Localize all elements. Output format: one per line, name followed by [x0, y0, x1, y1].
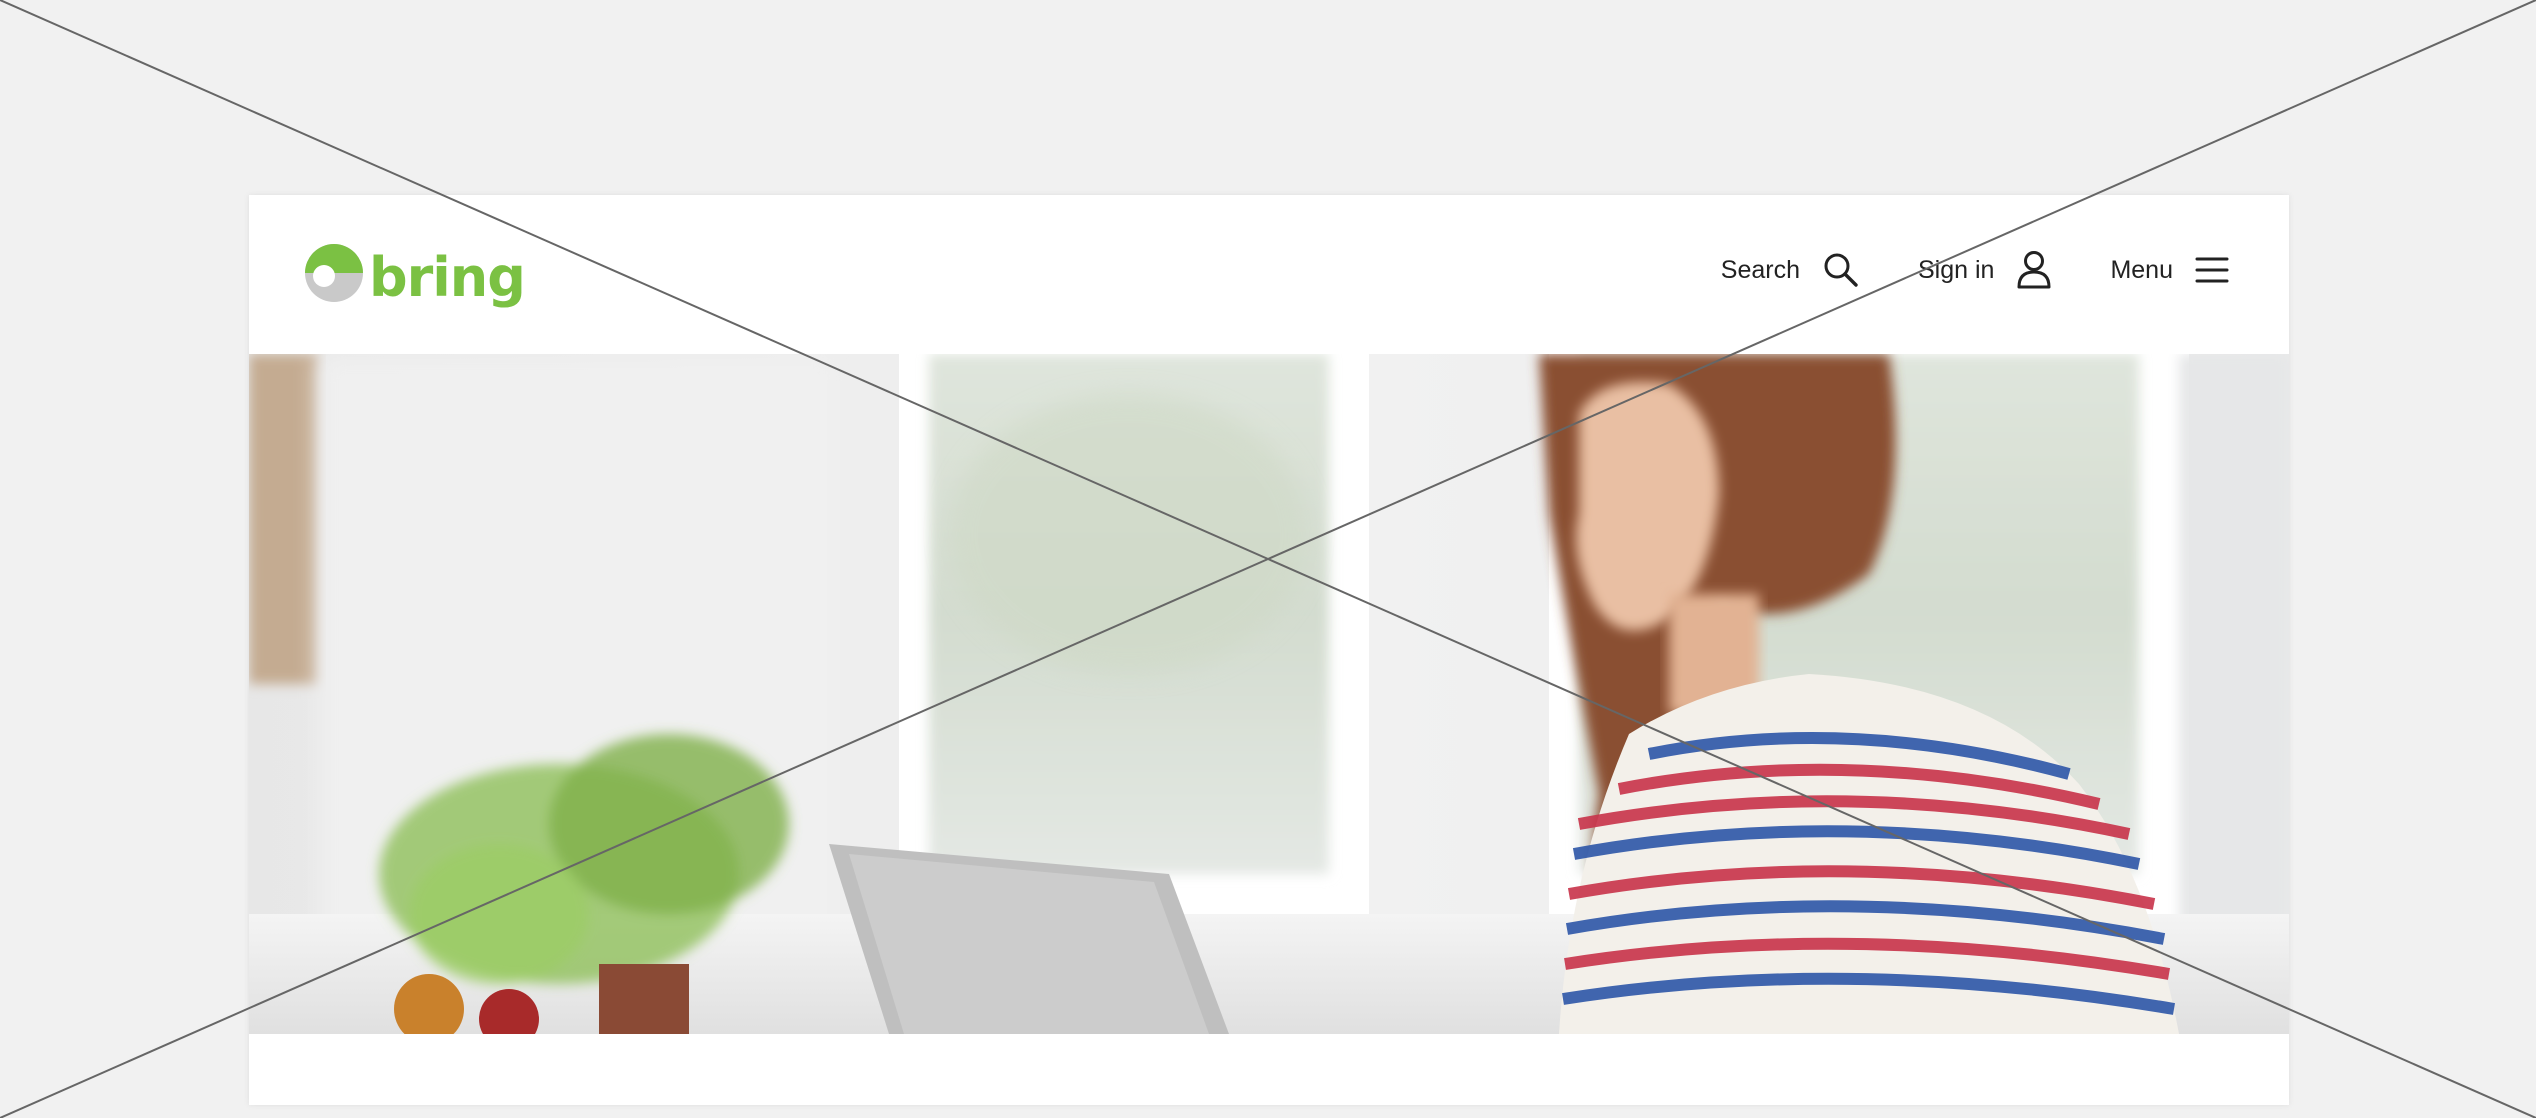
hamburger-menu-icon: [2195, 257, 2229, 283]
menu-label: Menu: [2110, 255, 2173, 284]
search-label: Search: [1720, 255, 1800, 284]
hero-image: [249, 354, 2289, 1034]
menu-button[interactable]: Menu: [2110, 255, 2229, 285]
sign-in-button[interactable]: Sign in: [1918, 250, 2052, 290]
page: bring Search Sign in Menu: [0, 0, 2536, 1118]
user-icon: [2017, 251, 2051, 289]
bring-logo-text: bring: [369, 245, 526, 309]
bring-logo-icon: [305, 244, 363, 302]
site-header: bring Search Sign in Menu: [249, 195, 2289, 354]
search-icon: [1824, 253, 1858, 287]
website-card: bring Search Sign in Menu: [249, 195, 2289, 1105]
search-button[interactable]: Search: [1721, 251, 1860, 289]
bring-logo[interactable]: bring: [303, 238, 526, 309]
sign-in-label: Sign in: [1918, 255, 1995, 284]
woman-working-at-laptop-photo: [249, 354, 2289, 1034]
header-nav: Search Sign in Menu: [1663, 245, 2229, 295]
